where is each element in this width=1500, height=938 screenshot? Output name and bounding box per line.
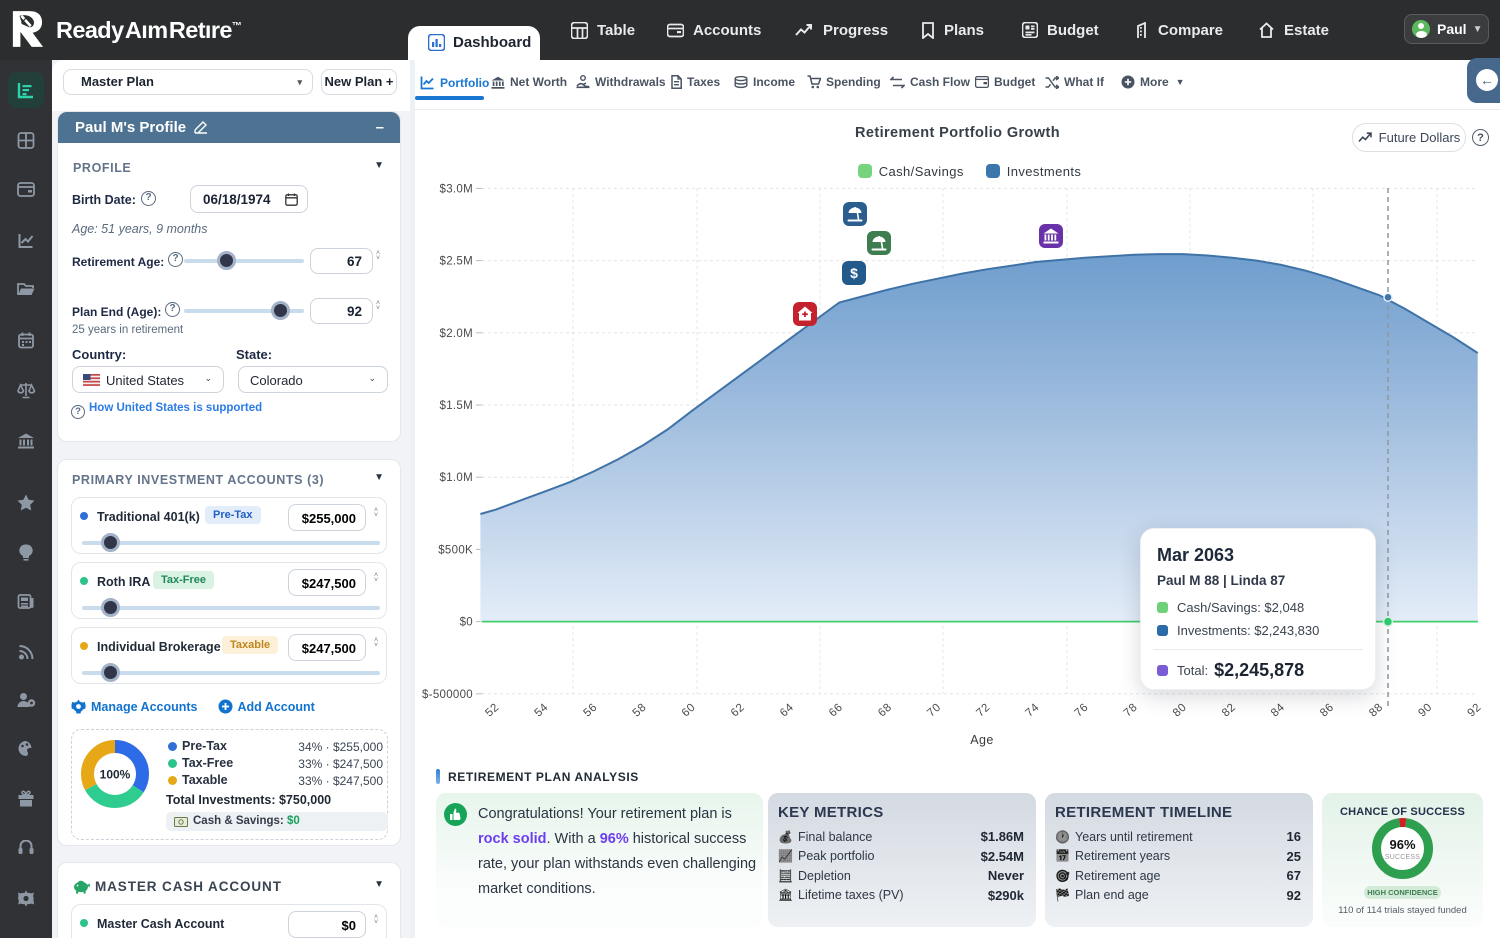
svg-text:88: 88: [1367, 701, 1385, 719]
svg-text:64: 64: [778, 701, 796, 719]
svg-text:$500K: $500K: [438, 544, 473, 556]
svg-text:84: 84: [1269, 701, 1287, 719]
svg-text:52: 52: [483, 701, 501, 719]
svg-text:92: 92: [1465, 701, 1483, 719]
svg-text:$2.5M: $2.5M: [440, 256, 473, 268]
svg-text:$3.0M: $3.0M: [440, 183, 473, 195]
svg-text:86: 86: [1318, 701, 1336, 719]
svg-text:$1.0M: $1.0M: [440, 472, 473, 484]
svg-text:60: 60: [680, 701, 698, 719]
svg-text:62: 62: [729, 701, 747, 719]
svg-text:100%: 100%: [100, 768, 131, 782]
svg-text:56: 56: [582, 701, 600, 719]
svg-text:68: 68: [876, 701, 894, 719]
svg-text:54: 54: [532, 701, 550, 719]
svg-text:74: 74: [1024, 701, 1042, 719]
svg-text:$2.0M: $2.0M: [440, 328, 473, 340]
svg-text:$1.5M: $1.5M: [440, 400, 473, 412]
svg-text:Age: Age: [970, 733, 993, 747]
svg-text:66: 66: [827, 701, 845, 719]
svg-text:$-500000: $-500000: [422, 689, 473, 701]
svg-text:$0: $0: [460, 617, 473, 629]
svg-text:58: 58: [631, 701, 649, 719]
svg-text:72: 72: [974, 701, 992, 719]
svg-text:82: 82: [1220, 701, 1238, 719]
svg-text:96%: 96%: [1389, 837, 1415, 852]
svg-text:80: 80: [1171, 701, 1189, 719]
svg-text:90: 90: [1416, 701, 1434, 719]
svg-text:76: 76: [1073, 701, 1091, 719]
svg-text:70: 70: [925, 701, 943, 719]
svg-text:$: $: [850, 265, 858, 281]
svg-text:SUCCESS: SUCCESS: [1385, 854, 1420, 861]
svg-text:78: 78: [1122, 701, 1140, 719]
